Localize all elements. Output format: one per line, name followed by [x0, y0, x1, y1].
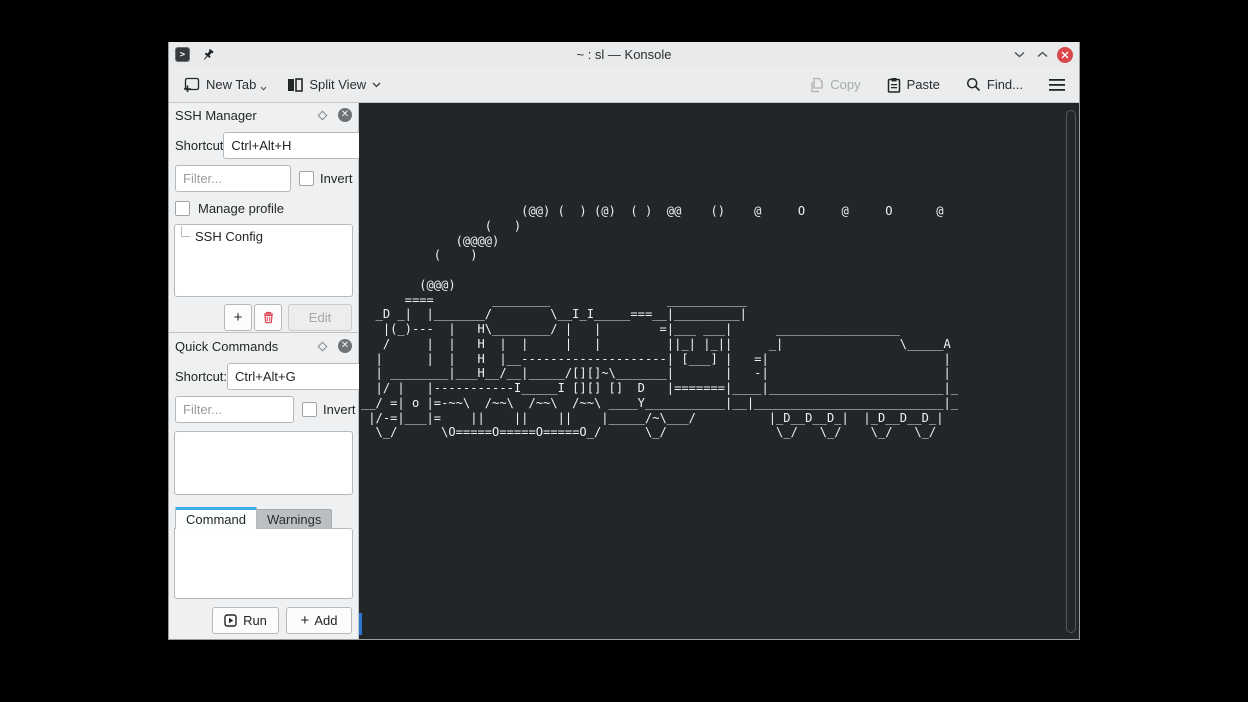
ssh-tree[interactable]: SSH Config — [174, 224, 353, 297]
run-label: Run — [243, 613, 267, 628]
minimize-button[interactable] — [1011, 46, 1028, 63]
terminal-scrollbar[interactable] — [1066, 110, 1076, 633]
quick-commands-header: Quick Commands ✕ — [175, 334, 352, 358]
float-panel-icon[interactable] — [318, 341, 328, 351]
close-panel-icon[interactable]: ✕ — [338, 108, 352, 122]
plus-icon: + — [234, 309, 243, 326]
qc-command-list[interactable] — [174, 431, 353, 495]
copy-label: Copy — [830, 77, 860, 92]
tab-command-label: Command — [186, 512, 246, 527]
new-tab-label: New Tab — [206, 77, 256, 92]
shortcut-label: Shortcut: — [175, 369, 227, 384]
tree-item-label: SSH Config — [195, 229, 263, 244]
tab-new-icon — [183, 77, 200, 92]
quick-commands-title: Quick Commands — [175, 339, 319, 354]
float-panel-icon[interactable] — [318, 110, 328, 120]
window-title: ~ : sl — Konsole — [169, 47, 1079, 62]
paste-button[interactable]: Paste — [881, 73, 946, 97]
qc-add-button[interactable]: + Add — [286, 607, 352, 634]
hamburger-menu-button[interactable] — [1043, 75, 1071, 95]
qc-tabs: Command Warnings — [175, 506, 352, 528]
split-view-button[interactable]: Split View — [281, 73, 387, 96]
tab-warnings-label: Warnings — [267, 512, 321, 527]
sl-ascii-train: (@@) ( ) (@) ( ) @@ () @ O @ O @ ( ) (@@… — [359, 103, 1079, 440]
ssh-add-button[interactable]: + — [224, 304, 252, 331]
run-icon — [224, 614, 237, 627]
sidebar: SSH Manager ✕ Shortcut Invert Manage pro… — [169, 103, 359, 639]
qc-filter-input[interactable] — [175, 396, 294, 423]
maximize-button[interactable] — [1034, 46, 1051, 63]
ssh-manager-header: SSH Manager ✕ — [175, 103, 352, 127]
titlebar[interactable]: > ~ : sl — Konsole — [169, 42, 1079, 67]
copy-icon — [809, 77, 824, 93]
chevron-down-icon — [372, 82, 381, 88]
split-view-label: Split View — [309, 77, 366, 92]
hamburger-icon — [1049, 79, 1065, 91]
ssh-delete-button[interactable] — [254, 304, 282, 331]
manage-profile-checkbox[interactable] — [175, 201, 190, 216]
tree-branch-icon — [181, 226, 190, 237]
ssh-manager-panel: SSH Manager ✕ Shortcut Invert Manage pro… — [169, 103, 358, 332]
ssh-invert-label: Invert — [320, 171, 353, 186]
konsole-window: > ~ : sl — Konsole New Tab — [168, 42, 1080, 640]
qc-invert-checkbox[interactable] — [302, 402, 317, 417]
tab-warnings[interactable]: Warnings — [257, 509, 332, 528]
close-panel-icon[interactable]: ✕ — [338, 339, 352, 353]
toolbar: New Tab Split View Copy Pa — [169, 67, 1079, 103]
new-tab-button[interactable]: New Tab — [177, 73, 273, 96]
edit-label: Edit — [309, 310, 331, 325]
find-button[interactable]: Find... — [960, 73, 1029, 96]
search-icon — [966, 77, 981, 92]
command-position-marker — [359, 613, 362, 635]
trash-icon — [263, 311, 274, 324]
tab-command[interactable]: Command — [175, 507, 257, 529]
tree-item-ssh-config[interactable]: SSH Config — [175, 225, 352, 244]
paste-label: Paste — [907, 77, 940, 92]
qc-run-button[interactable]: Run — [212, 607, 279, 634]
plus-icon: + — [301, 612, 310, 629]
find-label: Find... — [987, 77, 1023, 92]
ssh-edit-button[interactable]: Edit — [288, 304, 352, 331]
shortcut-label: Shortcut — [175, 138, 223, 153]
ssh-filter-input[interactable] — [175, 165, 291, 192]
menu-indicator-icon — [260, 86, 267, 91]
ssh-manager-title: SSH Manager — [175, 108, 319, 123]
view-split-icon — [287, 78, 303, 92]
quick-commands-panel: Quick Commands ✕ Shortcut: Invert Comman — [169, 332, 358, 639]
qc-command-editor[interactable] — [174, 528, 353, 599]
qc-invert-label: Invert — [323, 402, 356, 417]
close-button[interactable] — [1057, 47, 1073, 63]
paste-icon — [887, 77, 901, 93]
copy-button[interactable]: Copy — [803, 73, 866, 97]
terminal-display[interactable]: (@@) ( ) (@) ( ) @@ () @ O @ O @ ( ) (@@… — [359, 103, 1079, 639]
manage-profile-label: Manage profile — [198, 201, 284, 216]
add-label: Add — [314, 613, 337, 628]
ssh-invert-checkbox[interactable] — [299, 171, 314, 186]
